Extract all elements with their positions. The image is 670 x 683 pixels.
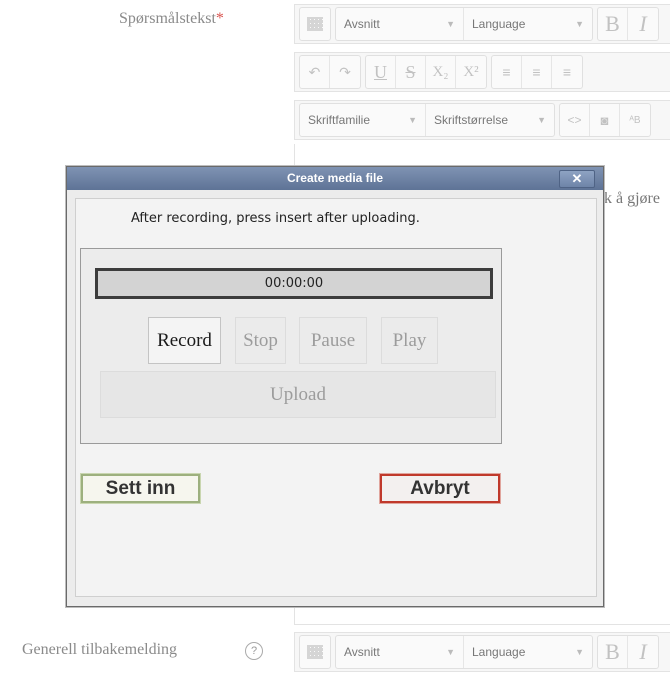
superscript-button[interactable]: X² bbox=[456, 56, 486, 88]
editor-toolbar-row-1: Avsnitt ▼ Language ▼ B I bbox=[294, 4, 670, 44]
help-icon[interactable]: ? bbox=[245, 642, 263, 660]
font-select-group: Skriftfamilie ▼ Skriftstørrelse ▼ bbox=[299, 103, 555, 137]
spellcheck-icon[interactable]: ᴬB bbox=[620, 104, 650, 136]
required-mark: * bbox=[215, 10, 224, 27]
media-recorder-panel: 00:00:00 Record Stop Pause Play Upload bbox=[80, 248, 502, 444]
html-icon[interactable]: <> bbox=[560, 104, 590, 136]
upload-button[interactable]: Upload bbox=[100, 371, 496, 418]
cancel-button[interactable]: Avbryt bbox=[379, 473, 501, 504]
language-select[interactable]: Language ▼ bbox=[464, 8, 592, 40]
play-button[interactable]: Play bbox=[381, 317, 438, 364]
align-center-icon[interactable]: ≡ bbox=[522, 56, 552, 88]
history-group: ↶ ↷ bbox=[299, 55, 361, 89]
insert-button[interactable]: Sett inn bbox=[80, 473, 201, 504]
font-family-select[interactable]: Skriftfamilie ▼ bbox=[300, 104, 426, 136]
chevron-down-icon: ▼ bbox=[446, 19, 455, 29]
table-icon[interactable] bbox=[300, 636, 330, 668]
dialog-titlebar[interactable]: Create media file ✕ bbox=[67, 167, 603, 190]
alignment-group: ≡ ≡ ≡ bbox=[491, 55, 583, 89]
chevron-down-icon: ▼ bbox=[575, 647, 584, 657]
undo-icon[interactable]: ↶ bbox=[300, 56, 330, 88]
format-select-group: Avsnitt ▼ Language ▼ bbox=[335, 635, 593, 669]
italic-button[interactable]: I bbox=[628, 8, 658, 40]
subscript-button[interactable]: X₂ bbox=[426, 56, 456, 88]
dialog-instruction: After recording, press insert after uplo… bbox=[131, 211, 420, 226]
paragraph-select[interactable]: Avsnitt ▼ bbox=[336, 8, 464, 40]
binoculars-icon[interactable]: ◙ bbox=[590, 104, 620, 136]
chevron-down-icon: ▼ bbox=[537, 115, 546, 125]
redo-icon[interactable]: ↷ bbox=[330, 56, 360, 88]
dialog-title: Create media file bbox=[286, 171, 384, 185]
text-style-group: B I bbox=[597, 635, 659, 669]
feedback-editor-toolbar: Avsnitt ▼ Language ▼ B I bbox=[294, 632, 670, 672]
chevron-down-icon: ▼ bbox=[446, 647, 455, 657]
text-format-group: U S X₂ X² bbox=[365, 55, 487, 89]
chevron-down-icon: ▼ bbox=[408, 115, 417, 125]
strikethrough-button[interactable]: S bbox=[396, 56, 426, 88]
underline-button[interactable]: U bbox=[366, 56, 396, 88]
editor-toolbar-row-3: Skriftfamilie ▼ Skriftstørrelse ▼ <> ◙ ᴬB bbox=[294, 100, 670, 140]
pause-button[interactable]: Pause bbox=[299, 317, 367, 364]
table-group bbox=[299, 635, 331, 669]
align-right-icon[interactable]: ≡ bbox=[552, 56, 582, 88]
recording-timer: 00:00:00 bbox=[95, 268, 493, 299]
table-group bbox=[299, 7, 331, 41]
chevron-down-icon: ▼ bbox=[575, 19, 584, 29]
paragraph-select[interactable]: Avsnitt ▼ bbox=[336, 636, 464, 668]
align-left-icon[interactable]: ≡ bbox=[492, 56, 522, 88]
table-icon[interactable] bbox=[300, 8, 330, 40]
editor-content-text: k å gjøre bbox=[604, 190, 660, 207]
tools-group: <> ◙ ᴬB bbox=[559, 103, 651, 137]
language-select[interactable]: Language ▼ bbox=[464, 636, 592, 668]
bold-button[interactable]: B bbox=[598, 636, 628, 668]
general-feedback-label: Generell tilbakemelding bbox=[22, 641, 178, 658]
stop-button[interactable]: Stop bbox=[235, 317, 286, 364]
text-style-group: B I bbox=[597, 7, 659, 41]
italic-button[interactable]: I bbox=[628, 636, 658, 668]
record-button[interactable]: Record bbox=[148, 317, 221, 364]
bold-button[interactable]: B bbox=[598, 8, 628, 40]
close-icon[interactable]: ✕ bbox=[559, 170, 595, 188]
question-text-label: Spørsmålstekst* bbox=[119, 10, 224, 27]
editor-toolbar-row-2: ↶ ↷ U S X₂ X² ≡ ≡ ≡ bbox=[294, 52, 670, 92]
font-size-select[interactable]: Skriftstørrelse ▼ bbox=[426, 104, 554, 136]
format-select-group: Avsnitt ▼ Language ▼ bbox=[335, 7, 593, 41]
